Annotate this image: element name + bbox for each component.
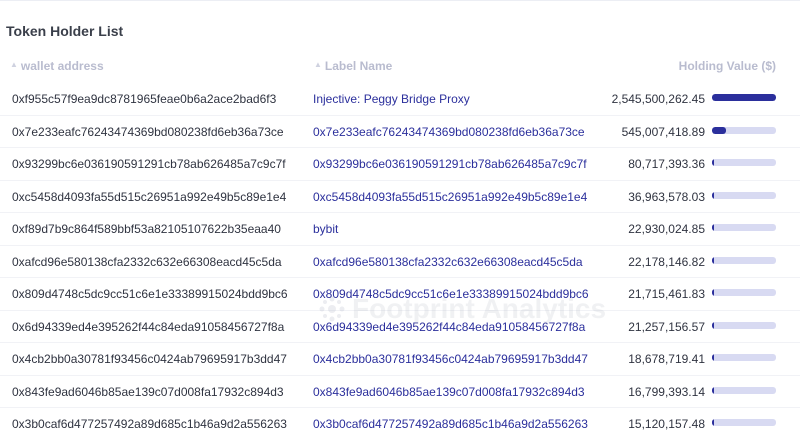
label-link[interactable]: 0xc5458d4093fa55d515c26951a992e49b5c89e1… bbox=[313, 190, 587, 204]
label-link[interactable]: Injective: Peggy Bridge Proxy bbox=[313, 92, 470, 106]
label-link[interactable]: bybit bbox=[313, 222, 338, 236]
panel-title: Token Holder List bbox=[6, 23, 124, 39]
holding-value-bar-fill bbox=[712, 321, 714, 329]
table-row: 0x6d94339ed4e395262f44c84eda91058456727f… bbox=[0, 311, 800, 343]
table-row: 0x93299bc6e036190591291cb78ab626485a7c9c… bbox=[0, 148, 800, 181]
table-row: 0xafcd96e580138cfa2332c632e66308eacd45c5… bbox=[0, 246, 800, 278]
table-row: 0xf89d7b9c864f589bbf53a82105107622b35eaa… bbox=[0, 213, 800, 246]
table-row: 0x843fe9ad6046b85ae139c07d008fa17932c894… bbox=[0, 376, 800, 408]
wallet-address-cell: 0x843fe9ad6046b85ae139c07d008fa17932c894… bbox=[12, 384, 284, 399]
holding-value-cell: 2,545,500,262.45 bbox=[611, 92, 705, 106]
wallet-address-cell: 0x93299bc6e036190591291cb78ab626485a7c9c… bbox=[12, 157, 286, 171]
holding-value-cell: 18,678,719.41 bbox=[628, 352, 705, 366]
label-link[interactable]: 0x843fe9ad6046b85ae139c07d008fa17932c894… bbox=[313, 385, 585, 399]
column-header-value-text: Holding Value ($) bbox=[678, 59, 776, 73]
holding-value-bar bbox=[712, 94, 776, 101]
label-link[interactable]: 0x6d94339ed4e395262f44c84eda91058456727f… bbox=[313, 320, 585, 334]
holding-value-cell: 21,715,461.83 bbox=[628, 287, 705, 301]
holding-value-bar bbox=[712, 191, 776, 199]
wallet-address-cell: 0xafcd96e580138cfa2332c632e66308eacd45c5… bbox=[12, 254, 282, 269]
holding-value-bar bbox=[712, 224, 776, 231]
holding-value-cell: 22,930,024.85 bbox=[628, 222, 705, 236]
holding-value-bar-fill bbox=[712, 289, 714, 296]
wallet-address-cell: 0x7e233eafc76243474369bd080238fd6eb36a73… bbox=[12, 124, 284, 139]
wallet-address-cell: 0xc5458d4093fa55d515c26951a992e49b5c89e1… bbox=[12, 189, 287, 204]
wallet-address-cell: 0x6d94339ed4e395262f44c84eda91058456727f… bbox=[12, 319, 285, 334]
holding-value-bar bbox=[712, 354, 776, 361]
holding-value-bar bbox=[712, 321, 776, 329]
holding-value-bar-fill bbox=[712, 224, 714, 231]
holding-value-bar-fill bbox=[712, 94, 776, 101]
label-link[interactable]: 0x93299bc6e036190591291cb78ab626485a7c9c… bbox=[313, 157, 587, 171]
token-holder-panel: Token Holder List ▲ wallet address ▲ Label… bbox=[0, 0, 800, 436]
holding-value-bar bbox=[712, 419, 776, 426]
column-header-value[interactable]: Holding Value ($) bbox=[679, 59, 776, 73]
holding-value-bar-fill bbox=[712, 126, 726, 134]
sort-icon: ▲ bbox=[314, 60, 322, 69]
holding-value-bar bbox=[712, 386, 776, 394]
holding-value-cell: 80,717,393.36 bbox=[628, 157, 705, 171]
holding-value-cell: 22,178,146.82 bbox=[628, 254, 705, 269]
sort-icon: ▲ bbox=[10, 60, 18, 69]
holding-value-bar-fill bbox=[712, 354, 714, 361]
table-row: 0xf955c57f9ea9dc8781965feae0b6a2ace2bad6… bbox=[0, 83, 800, 116]
table-row: 0x3b0caf6d477257492a89d685c1b46a9d2a5562… bbox=[0, 408, 800, 436]
column-header-label[interactable]: ▲ Label Name bbox=[314, 59, 392, 73]
column-header-wallet[interactable]: ▲ wallet address bbox=[10, 59, 104, 73]
holding-value-cell: 21,257,156.57 bbox=[628, 319, 705, 334]
table-row: 0x7e233eafc76243474369bd080238fd6eb36a73… bbox=[0, 116, 800, 148]
wallet-address-cell: 0x4cb2bb0a30781f93456c0424ab79695917b3dd… bbox=[12, 352, 287, 366]
holding-value-bar-fill bbox=[712, 191, 714, 199]
holding-value-bar bbox=[712, 289, 776, 296]
table-header: ▲ wallet address ▲ Label Name Holding Valu… bbox=[0, 53, 800, 79]
wallet-address-cell: 0x3b0caf6d477257492a89d685c1b46a9d2a5562… bbox=[12, 417, 287, 431]
holding-value-bar bbox=[712, 256, 776, 264]
table-body: 0xf955c57f9ea9dc8781965feae0b6a2ace2bad6… bbox=[0, 83, 800, 436]
label-link[interactable]: 0x7e233eafc76243474369bd080238fd6eb36a73… bbox=[313, 125, 585, 139]
label-link[interactable]: 0x4cb2bb0a30781f93456c0424ab79695917b3dd… bbox=[313, 352, 588, 366]
wallet-address-cell: 0xf955c57f9ea9dc8781965feae0b6a2ace2bad6… bbox=[12, 92, 277, 106]
holding-value-cell: 15,120,157.48 bbox=[628, 417, 705, 431]
wallet-address-cell: 0xf89d7b9c864f589bbf53a82105107622b35eaa… bbox=[12, 222, 281, 236]
label-link[interactable]: 0x3b0caf6d477257492a89d685c1b46a9d2a5562… bbox=[313, 417, 588, 431]
holding-value-cell: 16,799,393.14 bbox=[628, 384, 705, 399]
label-link[interactable]: 0x809d4748c5dc9cc51c6e1e33389915024bdd9b… bbox=[313, 287, 589, 301]
table-row: 0x4cb2bb0a30781f93456c0424ab79695917b3dd… bbox=[0, 343, 800, 376]
holding-value-bar-fill bbox=[712, 256, 714, 264]
holding-value-bar bbox=[712, 126, 776, 134]
holding-value-bar bbox=[712, 159, 776, 166]
holding-value-bar-fill bbox=[712, 419, 714, 426]
wallet-address-cell: 0x809d4748c5dc9cc51c6e1e33389915024bdd9b… bbox=[12, 287, 288, 301]
table-row: 0xc5458d4093fa55d515c26951a992e49b5c89e1… bbox=[0, 181, 800, 213]
table-row: 0x809d4748c5dc9cc51c6e1e33389915024bdd9b… bbox=[0, 278, 800, 311]
column-header-label-text: Label Name bbox=[324, 59, 393, 73]
holding-value-cell: 545,007,418.89 bbox=[621, 124, 705, 139]
label-link[interactable]: 0xafcd96e580138cfa2332c632e66308eacd45c5… bbox=[313, 255, 583, 269]
holding-value-bar-fill bbox=[712, 159, 714, 166]
column-header-wallet-label: wallet address bbox=[20, 59, 104, 73]
holding-value-bar-fill bbox=[712, 386, 714, 394]
holding-value-cell: 36,963,578.03 bbox=[628, 189, 705, 204]
